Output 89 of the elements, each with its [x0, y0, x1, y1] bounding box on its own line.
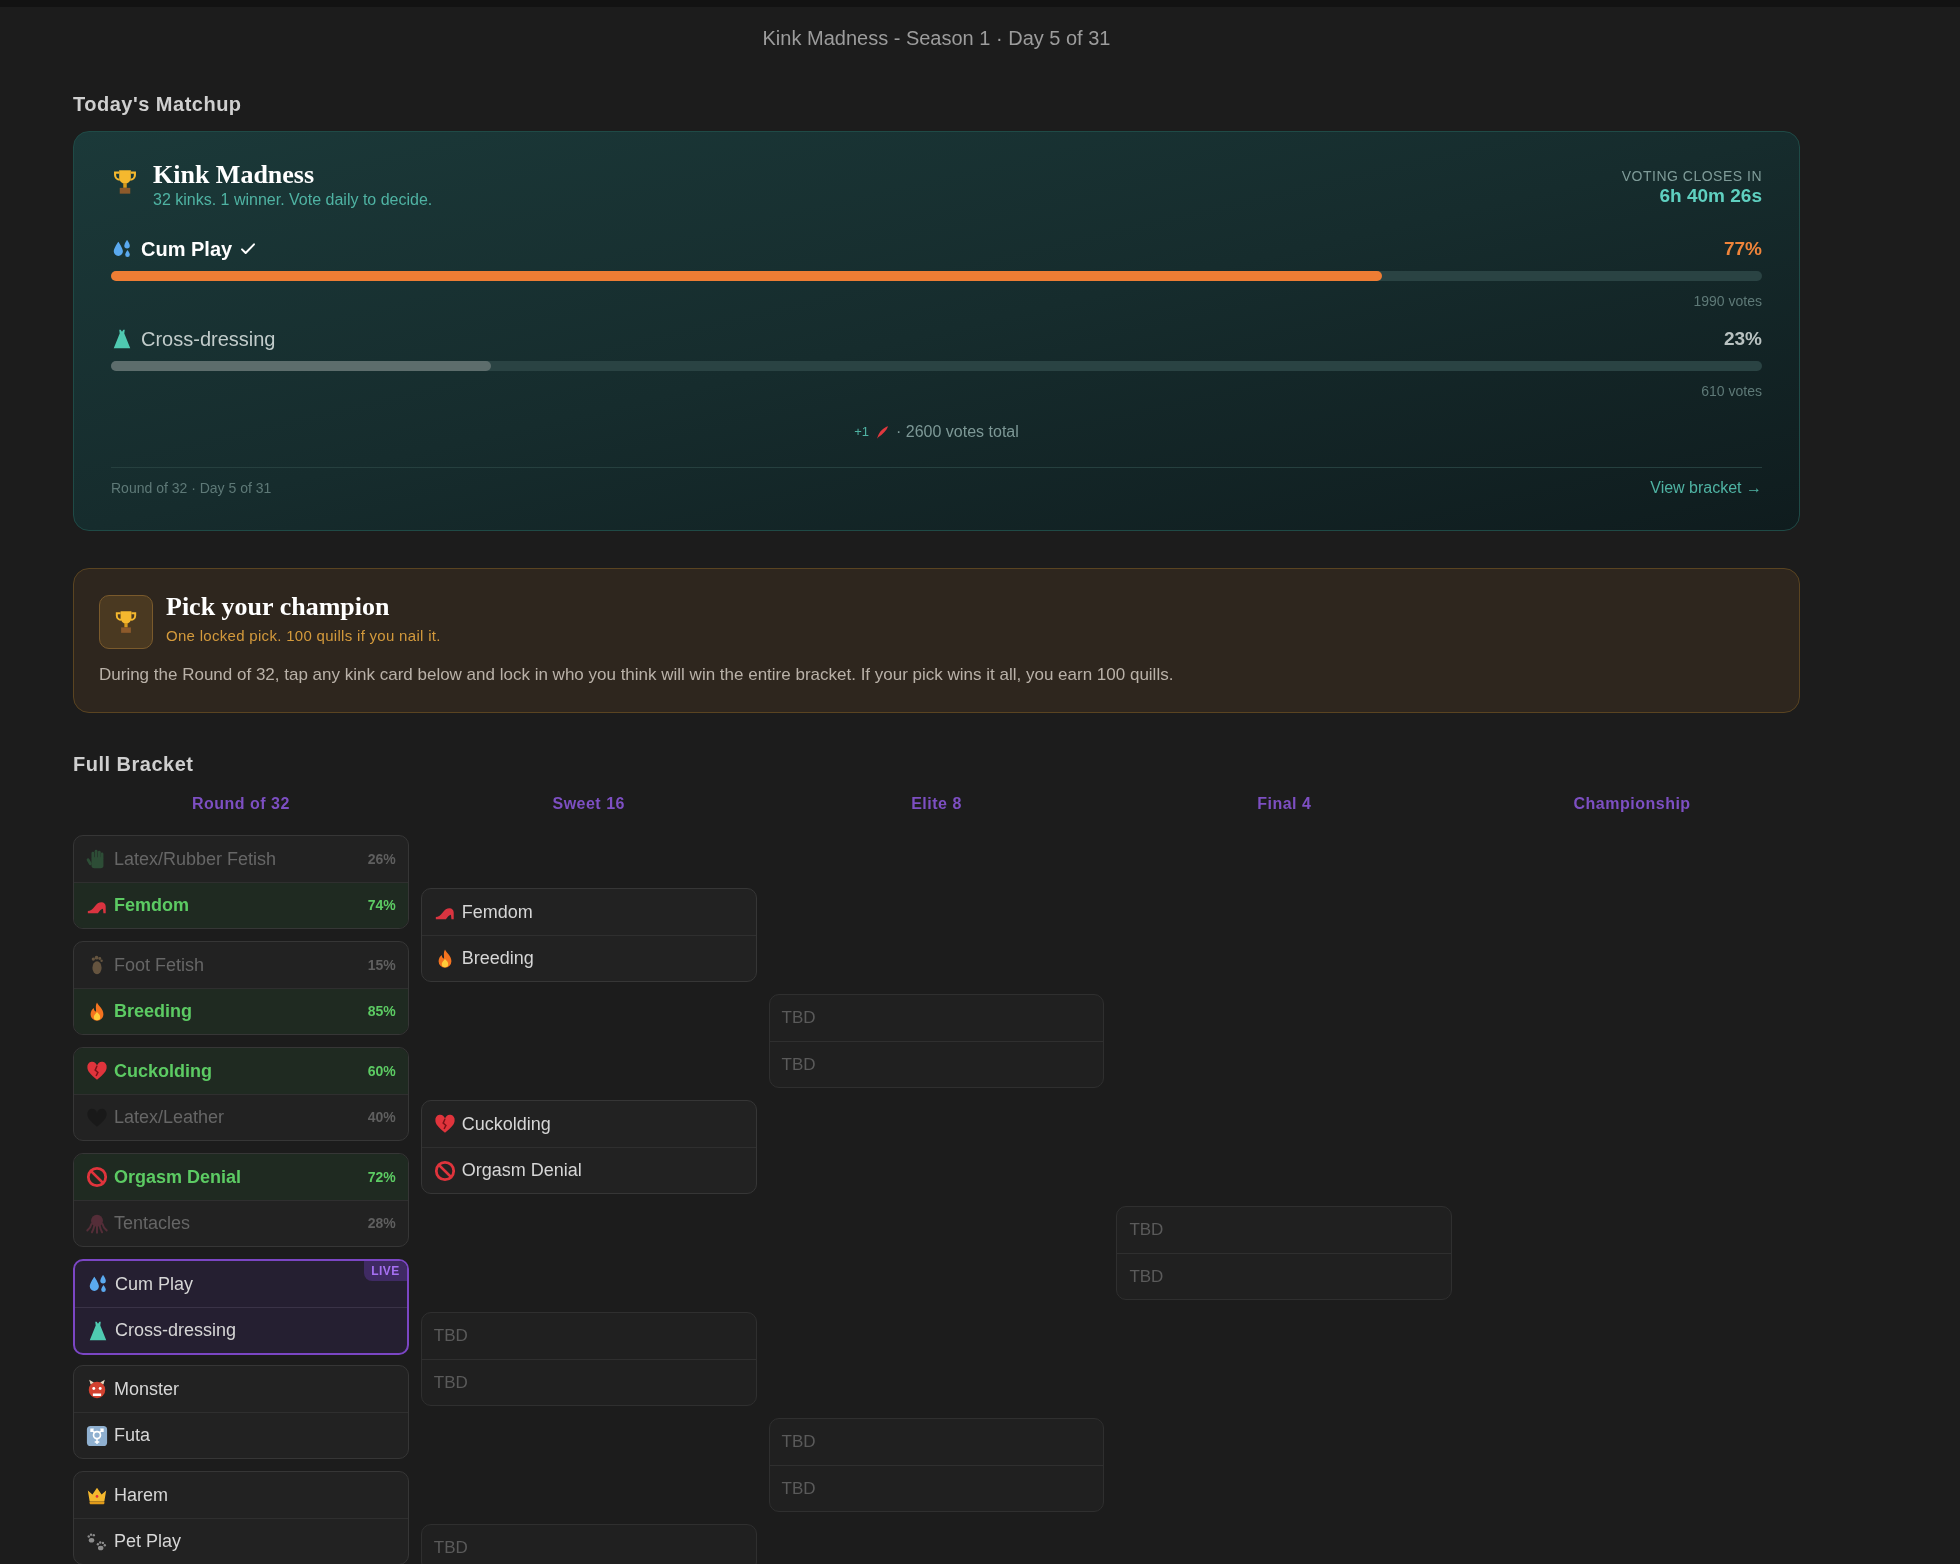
view-bracket-link[interactable]: View bracket → — [1650, 479, 1762, 497]
trophy-icon — [111, 168, 139, 196]
page-title: Kink Madness - Season 1 · Day 5 of 31 — [762, 26, 1111, 51]
entrant-row[interactable]: Cuckolding 60% — [74, 1048, 408, 1094]
gender-symbol-icon — [86, 1424, 108, 1447]
entrant-name: Breeding — [114, 1000, 192, 1023]
entrant-name: Monster — [114, 1377, 180, 1401]
round-info: Round of 32 · Day 5 of 31 — [111, 479, 272, 497]
entrant-name: TBD — [781, 1007, 816, 1030]
entrant-row[interactable]: Pet Play — [74, 1518, 408, 1564]
entrant-row[interactable]: Cross-dressing — [75, 1307, 407, 1353]
vote-share: 28% — [367, 1214, 396, 1233]
live-badge: LIVE — [364, 1261, 407, 1281]
entrant-name: TBD — [1129, 1265, 1164, 1288]
entrant-row[interactable]: Cum Play LIVE — [75, 1261, 407, 1307]
entrant-row[interactable]: Femdom 74% — [74, 882, 408, 928]
round-heading: Final 4 — [1256, 794, 1313, 814]
entrant-row[interactable]: Cuckolding — [421, 1101, 756, 1147]
vote-count: 610 votes — [1701, 382, 1762, 400]
entrant-name: Tentacles — [114, 1212, 191, 1235]
vote-share: 26% — [367, 849, 396, 869]
total-votes: · 2600 votes total — [896, 422, 1019, 442]
prohibited-icon — [86, 1166, 108, 1188]
droplets-icon — [111, 238, 133, 260]
entrant-name: Orgasm Denial — [461, 1159, 582, 1182]
trophy-icon — [99, 595, 153, 649]
ogre-face-icon — [86, 1378, 108, 1400]
entrant-name: TBD — [781, 1477, 816, 1500]
entrant-name: Cum Play — [115, 1272, 194, 1296]
droplets-icon — [87, 1273, 109, 1295]
card-title: Kink Madness — [153, 160, 316, 190]
check-icon — [240, 241, 257, 257]
bonus-count: +1 — [854, 423, 870, 442]
vote-share: 72% — [367, 1167, 396, 1187]
round-heading: Elite 8 — [910, 794, 963, 814]
broken-heart-icon — [86, 1060, 108, 1082]
round-heading: Championship — [1572, 794, 1692, 814]
entrant-name: TBD — [433, 1325, 468, 1348]
countdown-label: VOTING CLOSES IN — [1621, 167, 1762, 185]
entrant-name: TBD — [433, 1371, 468, 1394]
vote-count: 1990 votes — [1693, 292, 1762, 310]
dress-icon — [87, 1319, 109, 1342]
broken-heart-icon — [433, 1113, 456, 1135]
entrant-name: Cuckolding — [461, 1112, 551, 1136]
dress-icon — [111, 328, 133, 350]
entrant-name: Femdom — [114, 894, 189, 917]
entrant-name: Foot Fetish — [114, 953, 205, 977]
entrant-row[interactable]: Orgasm Denial 72% — [74, 1154, 408, 1200]
entrant-name: Futa — [114, 1424, 151, 1447]
vote-share: 40% — [367, 1108, 396, 1127]
entrant-name: TBD — [781, 1053, 816, 1076]
vote-share: 74% — [367, 896, 396, 915]
entrant-name: TBD — [1129, 1219, 1164, 1242]
entrant-name: TBD — [433, 1537, 468, 1560]
vote-share: 85% — [367, 1002, 396, 1021]
prohibited-icon — [433, 1159, 456, 1182]
vote-percent: 23% — [1723, 326, 1762, 351]
entrant-row[interactable]: Futa — [74, 1412, 408, 1458]
entrant-name: Latex/Rubber Fetish — [114, 847, 277, 871]
octopus-icon — [86, 1212, 108, 1235]
vote-share: 15% — [367, 955, 396, 975]
entrant-name: Cuckolding — [114, 1059, 212, 1083]
entrant-name: TBD — [781, 1431, 816, 1454]
entrant-name: Femdom — [461, 900, 533, 924]
round-heading: Round of 32 — [190, 794, 291, 814]
vote-percent: 77% — [1723, 236, 1762, 261]
vote-share: 60% — [367, 1061, 396, 1081]
card-subtitle: 32 kinks. 1 winner. Vote daily to decide. — [153, 190, 433, 210]
option-name: Cross-dressing — [141, 327, 276, 352]
entrant-row[interactable]: Femdom — [421, 889, 756, 935]
entrant-row[interactable]: Orgasm Denial — [421, 1147, 756, 1193]
champion-title: Pick your champion — [166, 593, 391, 621]
entrant-row[interactable]: Harem — [74, 1472, 408, 1518]
entrant-row[interactable]: Monster — [74, 1366, 408, 1412]
entrant-name: Pet Play — [114, 1530, 182, 1553]
section-heading: Full Bracket — [73, 752, 195, 776]
entrant-name: Latex/Leather — [114, 1106, 225, 1129]
entrant-name: Breeding — [461, 947, 534, 970]
entrant-row[interactable]: Breeding — [421, 935, 756, 981]
entrant-row[interactable]: Breeding 85% — [74, 988, 408, 1034]
entrant-name: Orgasm Denial — [114, 1165, 242, 1189]
option-name: Cum Play — [141, 237, 233, 262]
champion-description: During the Round of 32, tap any kink card below and lock in who you think will win the entire bracket. If your pick wins it all, you earn 100 quills. — [99, 664, 1175, 686]
section-heading: Today's Matchup — [73, 92, 243, 116]
champion-subtitle: One locked pick. 100 quills if you nail it. — [166, 626, 441, 646]
round-heading: Sweet 16 — [551, 794, 626, 814]
entrant-name: Harem — [114, 1483, 168, 1507]
countdown-timer: 6h 40m 26s — [1658, 185, 1762, 207]
entrant-name: Cross-dressing — [115, 1319, 237, 1342]
